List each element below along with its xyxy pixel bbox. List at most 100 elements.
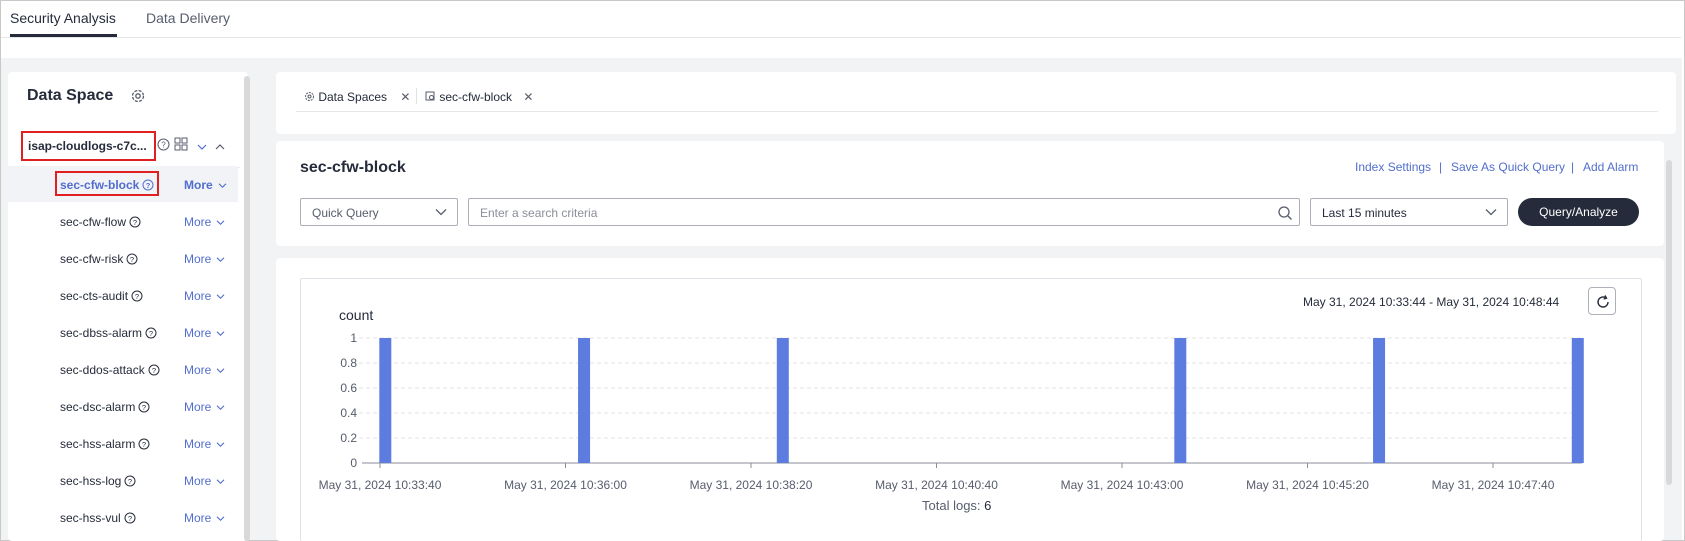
chevron-down-icon <box>435 209 447 216</box>
tab-underline <box>296 111 1658 112</box>
chevron-down-icon <box>216 257 225 263</box>
chevron-down-icon[interactable] <box>197 138 207 156</box>
more-dropdown[interactable]: More <box>184 400 225 414</box>
more-label: More <box>184 215 212 229</box>
more-label: More <box>184 437 212 451</box>
close-icon[interactable]: ✕ <box>523 90 533 104</box>
svg-text:?: ? <box>161 140 166 149</box>
y-tick-label: 0.2 <box>340 431 357 445</box>
chart-bar <box>1373 338 1386 463</box>
chevron-up-icon[interactable] <box>215 138 225 156</box>
sidebar-item-sec-ddos-attack[interactable]: sec-ddos-attack? More <box>8 351 238 387</box>
stream-name: sec-hss-vul <box>60 511 121 525</box>
total-logs-value: 6 <box>984 498 992 513</box>
more-dropdown[interactable]: More <box>184 252 225 266</box>
help-icon[interactable]: ? <box>124 512 136 524</box>
workspace-name[interactable]: isap-cloudlogs-c7c... <box>28 139 147 153</box>
grid-icon[interactable] <box>174 137 188 156</box>
help-icon[interactable]: ? <box>129 216 141 228</box>
workspace-actions: ? <box>157 137 225 156</box>
stream-name: sec-ddos-attack <box>60 363 145 377</box>
total-logs-label: Total logs: <box>922 498 981 513</box>
more-label: More <box>184 400 212 414</box>
help-icon[interactable]: ? <box>148 364 160 376</box>
more-dropdown[interactable]: More <box>184 326 225 340</box>
stream-label: sec-hss-log? <box>60 474 136 488</box>
sidebar-item-sec-hss-vul[interactable]: sec-hss-vul? More <box>8 499 238 535</box>
stream-label: sec-cts-audit? <box>60 289 143 303</box>
more-dropdown[interactable]: More <box>184 474 225 488</box>
help-icon[interactable]: ? <box>145 327 157 339</box>
sidebar-item-sec-hss-alarm[interactable]: sec-hss-alarm? More <box>8 425 238 461</box>
stream-name: sec-cts-audit <box>60 289 129 303</box>
tab-security-analysis[interactable]: Security Analysis <box>10 10 116 26</box>
index-settings-link[interactable]: Index Settings <box>1355 160 1431 174</box>
more-dropdown[interactable]: More <box>184 363 225 377</box>
y-axis-label: count <box>339 307 373 323</box>
svg-text:?: ? <box>128 514 132 523</box>
sidebar-item-sec-dsc-alarm[interactable]: sec-dsc-alarm? More <box>8 388 238 424</box>
y-tick-label: 0.8 <box>340 356 357 370</box>
help-icon[interactable]: ? <box>138 438 150 450</box>
sidebar-item-sec-cfw-flow[interactable]: sec-cfw-flow? More <box>8 203 238 239</box>
sidebar-item-sec-cfw-block[interactable]: sec-cfw-block? More <box>8 166 238 202</box>
chevron-down-icon <box>216 220 225 226</box>
tab-sec-cfw-block[interactable]: sec-cfw-block ✕ <box>425 90 533 104</box>
help-icon[interactable]: ? <box>142 179 154 191</box>
time-range-value: Last 15 minutes <box>1322 206 1407 220</box>
chart-bar <box>1571 338 1584 463</box>
stream-name: sec-hss-alarm <box>60 437 136 451</box>
sidebar-item-sec-hss-log[interactable]: sec-hss-log? More <box>8 462 238 498</box>
svg-text:?: ? <box>142 440 146 449</box>
chevron-down-icon <box>216 479 225 485</box>
help-icon[interactable]: ? <box>124 475 136 487</box>
stream-label: sec-cfw-flow? <box>60 215 141 229</box>
help-icon[interactable]: ? <box>157 138 170 156</box>
more-label: More <box>184 326 212 340</box>
stream-label: sec-hss-vul? <box>60 511 136 525</box>
y-tick-label: 0.6 <box>340 381 357 395</box>
more-label: More <box>184 289 212 303</box>
add-alarm-link[interactable]: Add Alarm <box>1583 160 1638 174</box>
search-input[interactable]: Enter a search criteria <box>468 198 1300 226</box>
stream-label: sec-dbss-alarm? <box>60 326 157 340</box>
more-label: More <box>184 511 212 525</box>
x-tick-label: May 31, 2024 10:38:20 <box>690 478 813 492</box>
x-tick-label: May 31, 2024 10:33:40 <box>319 478 442 492</box>
time-range-select[interactable]: Last 15 minutes <box>1310 198 1508 226</box>
help-icon[interactable]: ? <box>138 401 150 413</box>
more-dropdown[interactable]: More <box>184 437 225 451</box>
close-icon[interactable]: ✕ <box>400 90 410 104</box>
link-separator: | <box>1439 160 1443 174</box>
svg-text:?: ? <box>130 255 134 264</box>
search-icon[interactable] <box>1277 205 1293 221</box>
stream-name: sec-cfw-risk <box>60 252 124 266</box>
y-tick-label: 1 <box>350 331 357 345</box>
sidebar-title: Data Space <box>27 87 114 104</box>
query-analyze-button[interactable]: Query/Analyze <box>1518 198 1639 226</box>
more-dropdown[interactable]: More <box>184 215 225 229</box>
gear-icon[interactable] <box>130 88 146 104</box>
quick-query-select[interactable]: Quick Query <box>300 198 458 226</box>
x-tick-label: May 31, 2024 10:45:20 <box>1246 478 1369 492</box>
help-icon[interactable]: ? <box>131 290 143 302</box>
more-dropdown[interactable]: More <box>184 178 227 192</box>
sidebar-item-sec-cfw-risk[interactable]: sec-cfw-risk? More <box>8 240 238 276</box>
more-dropdown[interactable]: More <box>184 511 225 525</box>
x-tick-label: May 31, 2024 10:36:00 <box>504 478 627 492</box>
chevron-down-icon <box>216 516 225 522</box>
main-scrollbar[interactable] <box>1666 160 1672 485</box>
svg-text:?: ? <box>128 477 132 486</box>
tab-data-spaces[interactable]: Data Spaces ✕ <box>304 90 410 104</box>
sidebar-scrollbar[interactable] <box>244 76 250 541</box>
query-panel <box>276 141 1664 246</box>
stream-name: sec-cfw-flow <box>60 215 127 229</box>
chart-bar <box>1174 338 1187 463</box>
chevron-down-icon <box>216 368 225 374</box>
save-quick-query-link[interactable]: Save As Quick Query <box>1451 160 1565 174</box>
more-dropdown[interactable]: More <box>184 289 225 303</box>
tab-data-delivery[interactable]: Data Delivery <box>146 10 230 26</box>
help-icon[interactable]: ? <box>126 253 138 265</box>
sidebar-item-sec-cts-audit[interactable]: sec-cts-audit? More <box>8 277 238 313</box>
sidebar-item-sec-dbss-alarm[interactable]: sec-dbss-alarm? More <box>8 314 238 350</box>
